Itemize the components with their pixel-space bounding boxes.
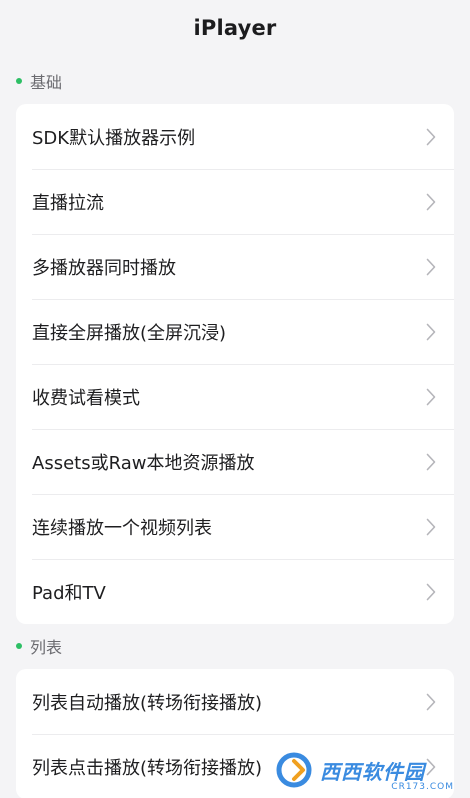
list-item-sdk-default-player[interactable]: SDK默认播放器示例: [16, 104, 454, 169]
list-item-label: Pad和TV: [32, 582, 106, 604]
list-item-label: 直播拉流: [32, 192, 104, 214]
section-header-basic: 基础: [0, 57, 470, 105]
section-label-basic: 基础: [30, 73, 63, 92]
list-item-pad-tv[interactable]: Pad和TV: [16, 559, 454, 624]
page-title: iPlayer: [193, 16, 277, 40]
list-item-label: 列表点击播放(转场衔接播放): [32, 757, 263, 779]
list-item-label: 列表自动播放(转场衔接播放): [32, 692, 263, 714]
chevron-right-icon: [424, 517, 438, 537]
list-item-label: Assets或Raw本地资源播放: [32, 452, 255, 474]
chevron-right-icon: [424, 127, 438, 147]
list-item-label: 多播放器同时播放: [32, 257, 176, 279]
chevron-right-icon: [424, 192, 438, 212]
list-item-list-click-play[interactable]: 列表点击播放(转场衔接播放): [16, 734, 454, 798]
list-item-list-autoplay[interactable]: 列表自动播放(转场衔接播放): [16, 669, 454, 734]
list-item-paid-trial[interactable]: 收费试看模式: [16, 364, 454, 429]
section-dot-icon: [16, 78, 22, 84]
section-label-list: 列表: [30, 638, 63, 657]
chevron-right-icon: [424, 257, 438, 277]
chevron-right-icon: [424, 452, 438, 472]
app-root: iPlayer 基础 SDK默认播放器示例 直播拉流 多播放器同时播放 直接全屏…: [0, 0, 470, 798]
section-dot-icon: [16, 643, 22, 649]
list-item-continuous-playlist[interactable]: 连续播放一个视频列表: [16, 494, 454, 559]
chevron-right-icon: [424, 322, 438, 342]
section-header-list: 列表: [0, 622, 470, 670]
chevron-right-icon: [424, 757, 438, 777]
card-basic: SDK默认播放器示例 直播拉流 多播放器同时播放 直接全屏播放(全屏沉浸) 收费…: [16, 104, 454, 624]
list-item-multi-player[interactable]: 多播放器同时播放: [16, 234, 454, 299]
list-item-label: SDK默认播放器示例: [32, 127, 196, 149]
card-list: 列表自动播放(转场衔接播放) 列表点击播放(转场衔接播放): [16, 669, 454, 798]
chevron-right-icon: [424, 387, 438, 407]
list-item-local-assets[interactable]: Assets或Raw本地资源播放: [16, 429, 454, 494]
list-item-label: 收费试看模式: [32, 387, 140, 409]
list-item-live-stream[interactable]: 直播拉流: [16, 169, 454, 234]
chevron-right-icon: [424, 692, 438, 712]
list-item-fullscreen-play[interactable]: 直接全屏播放(全屏沉浸): [16, 299, 454, 364]
list-item-label: 连续播放一个视频列表: [32, 517, 212, 539]
list-item-label: 直接全屏播放(全屏沉浸): [32, 322, 227, 344]
title-bar: iPlayer: [0, 0, 470, 56]
chevron-right-icon: [424, 582, 438, 602]
